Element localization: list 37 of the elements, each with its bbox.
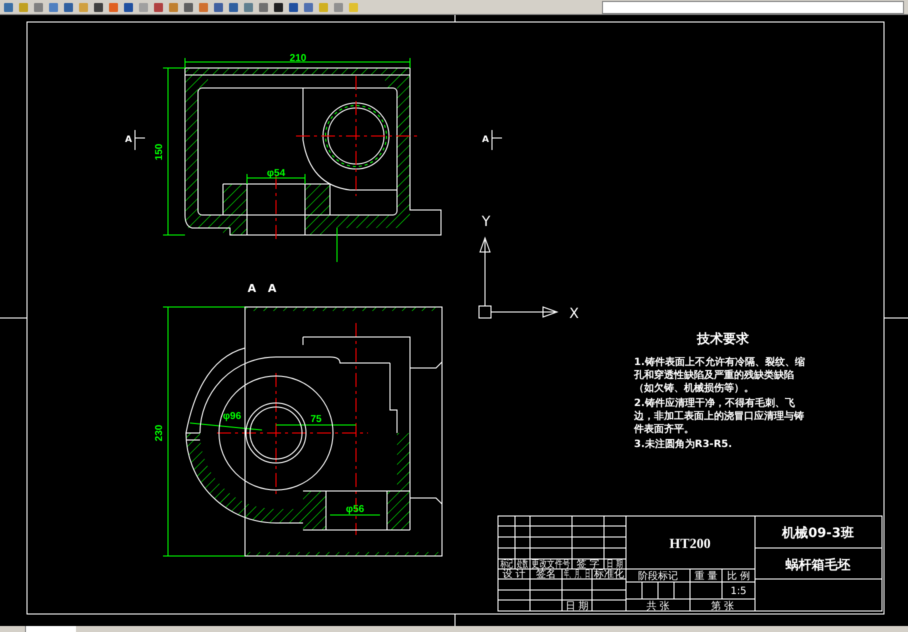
dimension-text: 230 — [154, 424, 165, 442]
ucs-axis-icon — [478, 236, 558, 318]
title-block-label: 标准化 — [594, 569, 624, 580]
requirement-text: 1.铸件表面上不允许有冷隔、裂纹、缩孔和穿透性缺陷及严重的残缺类缺陷（如欠铸、机械损伤等）。 — [634, 356, 806, 395]
section-arrow-icon — [492, 130, 502, 150]
title-block-label: 日 期 — [606, 558, 624, 570]
section-marker: A — [125, 135, 132, 145]
title-block-label: 日 期 — [565, 601, 589, 612]
title-block-label: 标记 — [500, 558, 513, 570]
dimension-text: 210 — [290, 53, 306, 64]
title-block-label: 签 字 — [576, 559, 600, 570]
title-block-label: 年、月、日 — [564, 568, 590, 580]
requirement-text: 3.未注圆角为R3-R5. — [634, 438, 734, 451]
material-text: HT200 — [669, 537, 711, 552]
title-block-label: 比 例 — [726, 571, 750, 582]
section-view-label: A A — [248, 282, 276, 295]
requirement-text: 2.铸件应清理干净，不得有毛刺、飞边，非加工表面上的浇冒口应清理与铸件表面齐平。 — [634, 397, 805, 436]
dimension-text: 150 — [154, 144, 165, 160]
title-block-label: 共 张 — [646, 601, 670, 612]
requirements-title: 技术要求 — [696, 331, 750, 348]
axis-label: X — [569, 306, 579, 322]
title-block-label: 第 张 — [710, 601, 734, 612]
title-block-label: 重 量 — [694, 571, 718, 582]
layer-dropdown[interactable] — [602, 0, 904, 14]
title-block-label: 签名 — [536, 569, 556, 580]
dimension-text: 75 — [310, 414, 322, 425]
section-marker: A — [482, 135, 489, 145]
class-text: 机械09-3班 — [782, 526, 854, 541]
part-name-text: 蜗杆箱毛坯 — [786, 558, 850, 573]
scale-value: 1:5 — [730, 586, 747, 597]
title-block-label: 处数 — [517, 558, 528, 570]
dimension-text: φ96 — [222, 411, 242, 422]
section-arrow-icon — [134, 130, 146, 150]
dimension-text: φ54 — [266, 168, 286, 179]
axis-label: Y — [482, 214, 490, 230]
title-block-label: 设 计 — [502, 569, 526, 580]
title-block-label: 阶段标记 — [638, 571, 678, 582]
